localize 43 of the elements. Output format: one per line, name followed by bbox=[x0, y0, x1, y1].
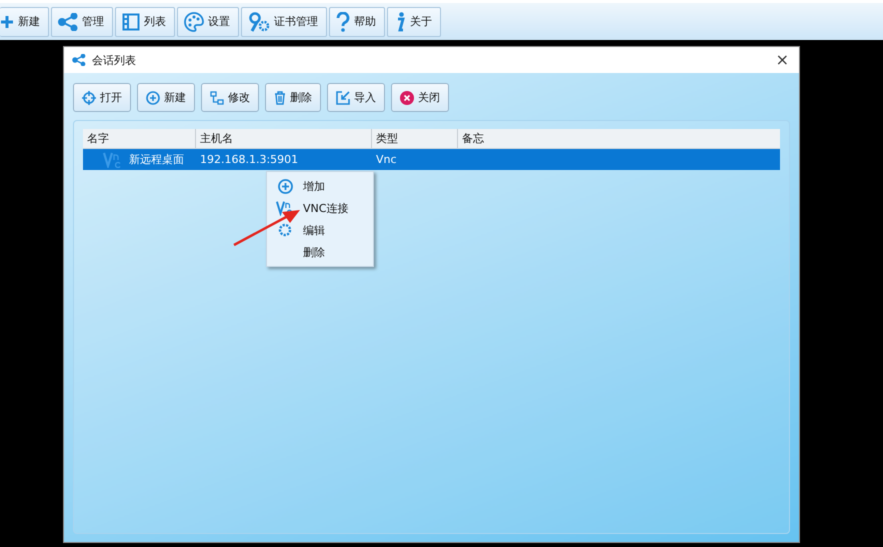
crosshair-icon bbox=[82, 90, 96, 104]
column-header[interactable]: 名字 bbox=[83, 129, 196, 148]
arrow-drawing bbox=[233, 210, 300, 246]
toolbar-button[interactable]: 帮助 bbox=[329, 6, 385, 36]
menu-item[interactable]: VNC连接 bbox=[267, 197, 373, 219]
menu-item[interactable]: 编辑 bbox=[267, 219, 373, 241]
close-circle-icon bbox=[400, 90, 414, 104]
share-icon bbox=[58, 12, 78, 30]
toolbar-button[interactable]: 导入 bbox=[327, 83, 385, 112]
add-icon bbox=[146, 90, 160, 104]
table-cell: 192.168.1.3:5901 bbox=[200, 153, 298, 166]
vnc-icon bbox=[103, 152, 123, 168]
hierarchy-icon bbox=[210, 90, 224, 104]
dialog-title: 会话列表 bbox=[92, 52, 137, 68]
palette-icon bbox=[184, 12, 204, 32]
table-cell: Vnc bbox=[376, 153, 397, 166]
column-header[interactable]: 主机名 bbox=[196, 129, 372, 148]
toolbar-button[interactable]: 列表 bbox=[115, 6, 175, 36]
menu-item[interactable]: 增加 bbox=[267, 175, 373, 197]
plus-icon bbox=[0, 14, 14, 28]
toolbar-button[interactable]: 修改 bbox=[201, 83, 259, 112]
table-row[interactable]: 新远程桌面 192.168.1.3:5901 Vnc bbox=[83, 149, 780, 170]
toolbar-button[interactable]: 证书管理 bbox=[241, 6, 327, 36]
column-header[interactable]: 类型 bbox=[372, 129, 458, 148]
help-icon bbox=[336, 12, 350, 32]
add-icon bbox=[278, 178, 292, 194]
close-button[interactable]: × bbox=[772, 52, 793, 68]
toolbar-button[interactable]: 关于 bbox=[387, 6, 441, 36]
toolbar-button[interactable]: 打开 bbox=[73, 83, 131, 112]
toolbar-button[interactable]: 新建 bbox=[0, 6, 49, 36]
vnc-icon bbox=[276, 200, 294, 216]
toolbar-button[interactable]: 新建 bbox=[137, 83, 195, 112]
toolbar-button[interactable]: 管理 bbox=[51, 6, 113, 36]
trash-icon bbox=[274, 90, 286, 104]
columns-icon bbox=[122, 12, 140, 30]
toolbar-button[interactable]: 删除 bbox=[265, 83, 321, 112]
toolbar-button[interactable]: 关闭 bbox=[391, 83, 449, 112]
share-icon bbox=[72, 54, 86, 66]
menu-item[interactable]: 删除 bbox=[267, 241, 373, 263]
table-cell: 新远程桌面 bbox=[129, 152, 184, 167]
toolbar-button[interactable]: 设置 bbox=[177, 6, 239, 36]
import-icon bbox=[336, 90, 350, 104]
column-header[interactable]: 备忘 bbox=[458, 129, 780, 148]
